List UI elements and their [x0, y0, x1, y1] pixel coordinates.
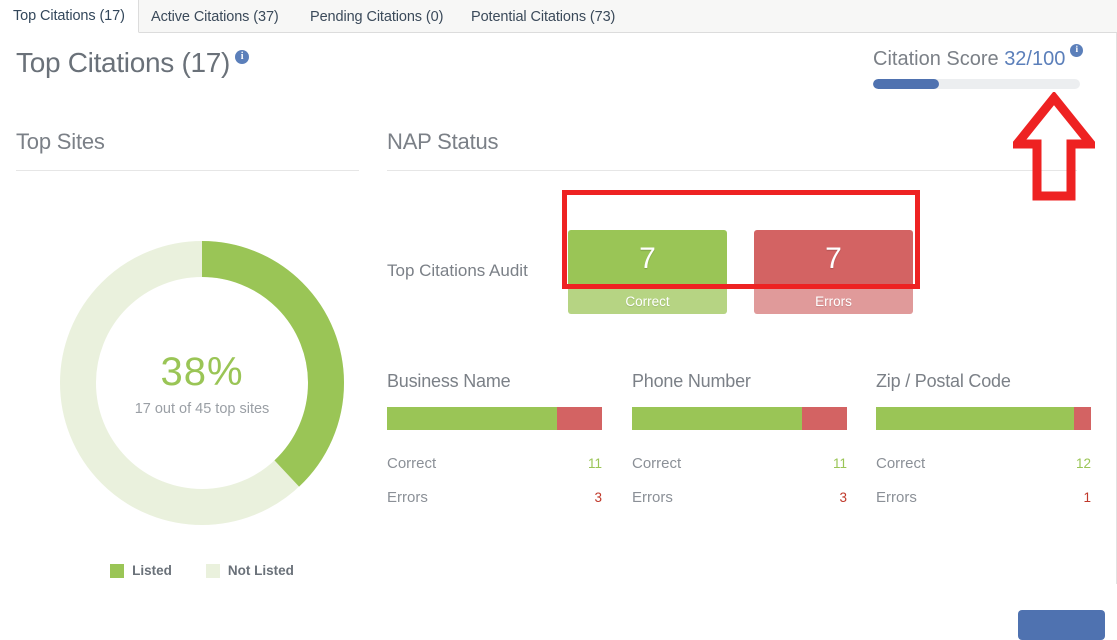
top-citations-audit-label: Top Citations Audit: [387, 261, 528, 280]
metric-zip-postal-code-errors-label: Errors: [876, 489, 917, 506]
metric-bar-errors-segment: [556, 407, 602, 430]
tab-top-citations[interactable]: Top Citations (17): [0, 0, 139, 33]
tab-active-citations[interactable]: Active Citations (37): [138, 0, 292, 33]
top-sites-heading: Top Sites: [16, 129, 105, 154]
legend-swatch-listed: [110, 563, 125, 578]
info-icon[interactable]: i: [235, 49, 250, 64]
legend-item-not-listed: Not Listed: [205, 563, 294, 578]
legend-item-listed: Listed: [110, 563, 172, 578]
nap-status-divider: [387, 170, 1077, 171]
metric-bar-correct-segment: [387, 407, 557, 430]
citation-score-label: Citation Score 32/100 i: [873, 44, 1084, 71]
metric-bar-errors-segment: [1073, 407, 1091, 430]
metric-bar-correct-segment: [632, 407, 802, 430]
audit-correct-value: 7: [568, 230, 727, 288]
citation-score-text: Citation Score: [873, 48, 999, 70]
metric-business-name-errors-row: Errors 3: [387, 489, 602, 506]
metric-zip-postal-code-correct-value: 12: [1075, 456, 1091, 471]
metric-zip-postal-code-title: Zip / Postal Code: [876, 371, 1011, 391]
metric-zip-postal-code-correct-row: Correct 12: [876, 455, 1091, 472]
top-sites-donut-chart: 38% 17 out of 45 top sites: [47, 228, 357, 538]
metric-phone-number-correct-label: Correct: [632, 455, 682, 472]
metric-phone-number-correct-value: 11: [832, 456, 847, 471]
content-panel: Top Citations (17) i Citation Score 32/10…: [0, 33, 1117, 640]
metric-business-name-correct-row: Correct 11: [387, 455, 602, 472]
audit-errors-value: 7: [754, 230, 913, 288]
metric-business-name: Business Name Correct 11 Errors 3: [387, 371, 602, 506]
donut-subtitle: 17 out of 45 top sites: [134, 400, 270, 417]
legend-label-listed: Listed: [132, 563, 172, 578]
tab-potential-citations[interactable]: Potential Citations (73): [458, 0, 628, 33]
metric-business-name-errors-value: 3: [594, 490, 602, 505]
legend-swatch-not-listed: [205, 563, 220, 578]
metric-business-name-errors-label: Errors: [387, 489, 428, 506]
page-title-text: Top Citations (17): [16, 47, 231, 78]
metric-zip-postal-code: Zip / Postal Code Correct 12 Errors 1: [876, 371, 1091, 506]
metric-zip-postal-code-bar: [876, 407, 1091, 430]
citation-score-info-icon[interactable]: i: [1070, 44, 1084, 58]
metric-phone-number-title: Phone Number: [632, 371, 751, 391]
audit-tile-errors[interactable]: 7 Errors: [754, 230, 913, 314]
audit-errors-caption: Errors: [754, 288, 913, 314]
audit-correct-caption: Correct: [568, 288, 727, 314]
metric-phone-number-correct-row: Correct 11: [632, 455, 847, 472]
top-sites-legend: Listed Not Listed: [47, 563, 357, 578]
metric-zip-postal-code-errors-value: 1: [1083, 490, 1091, 505]
primary-action-button[interactable]: [1018, 610, 1105, 640]
tab-bar: Top Citations (17) Active Citations (37)…: [0, 0, 1117, 33]
metric-phone-number-errors-row: Errors 3: [632, 489, 847, 506]
citation-score-value: 32/100: [1004, 48, 1066, 70]
citation-score-progress-track: [873, 79, 1080, 89]
citation-score-progress-fill: [873, 79, 940, 89]
metric-phone-number-bar: [632, 407, 847, 430]
metric-bar-errors-segment: [801, 407, 847, 430]
metric-business-name-correct-label: Correct: [387, 455, 437, 472]
citation-score: Citation Score 32/100 i: [873, 44, 1084, 89]
metric-business-name-bar: [387, 407, 602, 430]
metric-bar-correct-segment: [876, 407, 1074, 430]
donut-center-labels: 38% 17 out of 45 top sites: [47, 228, 357, 538]
tab-pending-citations[interactable]: Pending Citations (0): [297, 0, 456, 33]
nap-status-heading: NAP Status: [387, 129, 499, 154]
metric-zip-postal-code-correct-label: Correct: [876, 455, 926, 472]
page-title: Top Citations (17) i: [16, 47, 250, 79]
metric-phone-number: Phone Number Correct 11 Errors 3: [632, 371, 847, 506]
metric-phone-number-errors-value: 3: [839, 490, 847, 505]
metric-phone-number-errors-label: Errors: [632, 489, 673, 506]
metric-business-name-correct-value: 11: [587, 456, 602, 471]
top-sites-divider: [16, 170, 359, 171]
metric-business-name-title: Business Name: [387, 371, 511, 391]
legend-label-not-listed: Not Listed: [227, 563, 294, 578]
audit-tile-correct[interactable]: 7 Correct: [568, 230, 727, 314]
metric-zip-postal-code-errors-row: Errors 1: [876, 489, 1091, 506]
donut-percent-label: 38%: [160, 349, 244, 394]
